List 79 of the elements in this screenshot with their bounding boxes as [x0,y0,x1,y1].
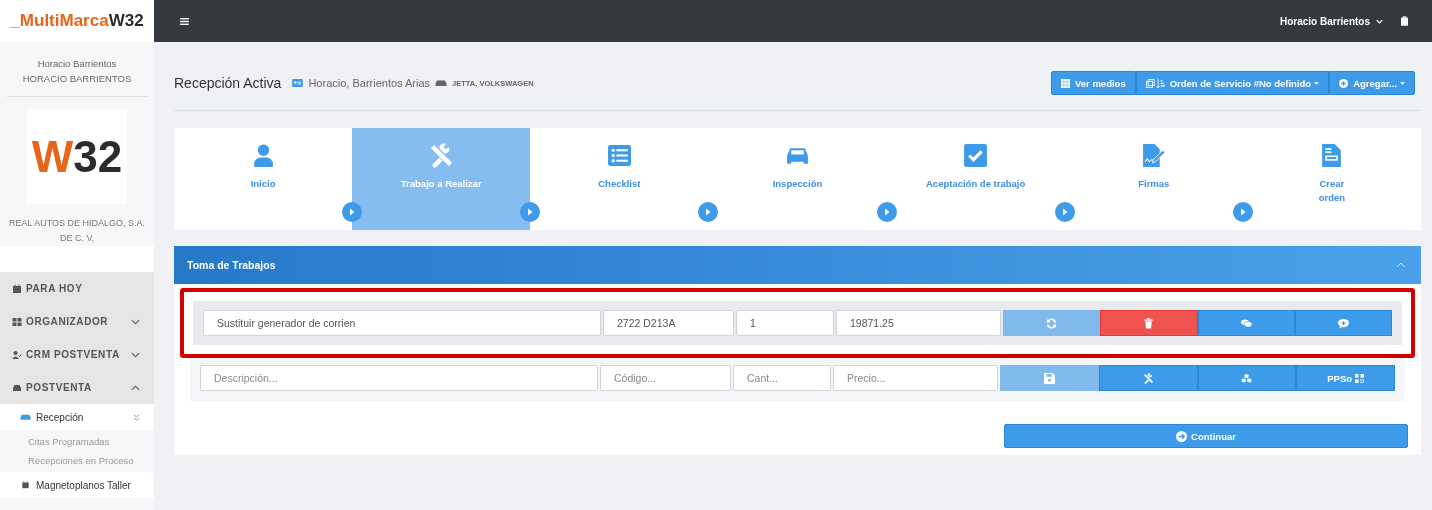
wizard-step[interactable]: Crear orden [1242,128,1421,230]
description-field[interactable]: Sustituir generador de corrien [203,310,601,336]
save-button[interactable] [1000,365,1099,391]
brand-logo[interactable]: _MultiMarcaW32 [0,0,154,42]
calendar-icon [20,481,31,489]
user-name: Horacio Barrientos [37,57,117,71]
comments-button[interactable] [1197,310,1295,336]
continue-button[interactable]: Continuar [1004,424,1408,448]
user-check-icon [12,349,22,360]
signature-icon [1141,143,1167,168]
tools-button[interactable] [1098,365,1198,391]
calendar-icon [12,283,22,294]
save-icon [1043,372,1055,384]
cubes-button[interactable] [1197,365,1297,391]
tools-icon [1142,372,1154,384]
play-circle-icon[interactable] [1054,202,1075,222]
price-field[interactable]: Precio... [833,365,998,391]
delete-button[interactable] [1100,310,1198,336]
play-circle-icon[interactable] [876,202,897,222]
submenu-link[interactable]: Citas Programadas [28,436,154,447]
id-card-icon [292,79,304,87]
clipboard-icon[interactable] [1401,16,1408,26]
menu-item[interactable]: Recepción [0,404,154,430]
menu-section[interactable]: PARA HOY [0,272,154,305]
checkbox-icon [963,143,989,168]
play-circle-icon[interactable] [698,202,719,222]
menu-section[interactable]: POSTVENTA [0,371,154,404]
comments-icon [1240,317,1252,329]
menu-item[interactable]: Magnetoplanos Taller [0,472,154,498]
car-icon [435,79,448,87]
play-circle-icon[interactable] [342,202,363,222]
plus-circle-icon [1339,78,1349,88]
company-name: REAL AUTOS DE HIDALGO, S.A. DE C. V. [7,217,146,245]
price-field[interactable]: 19871.25 [836,310,1001,336]
panel-title: Toma de Trabajos [187,259,277,271]
copy-sort-icon [1145,78,1165,88]
arrow-circle-icon [1176,430,1188,442]
page-title: Recepción Activa [174,75,282,91]
refresh-icon [1046,317,1058,329]
wizard-step[interactable]: Trabajo a Realizar [352,128,531,230]
add-comment-button[interactable] [1294,310,1392,336]
wizard-step[interactable]: Inicio [174,128,353,230]
toolbar-button[interactable]: Ver medios [1051,71,1136,95]
wizard-step[interactable]: Firmas [1064,128,1243,230]
trash-icon [1143,317,1155,329]
double-chevron-icon [133,413,140,421]
toolbar-button[interactable]: Orden de Servicio #No definido [1135,71,1330,95]
chevron-down-icon[interactable] [1376,18,1383,24]
wizard-step[interactable]: Checklist [530,128,709,230]
toolbar-button[interactable]: Agregar... [1329,71,1415,95]
list-icon [606,143,632,168]
car-icon [20,413,31,421]
menu-section[interactable]: CRM POSTVENTA [0,338,154,371]
customer-name: Horacio, Barrientos Arias [308,77,431,89]
chevron-up-icon[interactable] [1396,262,1406,268]
ppso-button[interactable]: PPSo [1296,365,1395,391]
tools-icon [428,143,454,168]
panel-header[interactable]: Toma de Trabajos [174,246,1421,284]
play-circle-icon[interactable] [520,202,541,222]
code-field[interactable]: 2722 D213A [603,310,734,336]
quantity-field[interactable]: 1 [736,310,834,336]
play-circle-icon[interactable] [1232,202,1253,222]
menu-section[interactable]: ORGANIZADOR [0,305,154,338]
user-menu[interactable]: Horacio Barrientos [1279,15,1370,27]
car-icon [12,382,22,393]
company-logo: W32 [27,109,127,204]
cubes-icon [1241,372,1253,384]
qr-icon [1355,373,1365,383]
description-field[interactable]: Descripción... [200,365,598,391]
grid-icon [12,316,22,327]
wizard-step[interactable]: Inspección [708,128,887,230]
quantity-field[interactable]: Cant... [733,365,831,391]
menu-icon[interactable] [180,17,189,25]
submenu-link[interactable]: Recepciones en Proceso [28,455,154,466]
wizard-step[interactable]: Aceptación de trabajo [886,128,1065,230]
grid-icon [1061,78,1070,88]
user-full-name: HORACIO BARRIENTOS [22,72,132,86]
comment-plus-icon [1337,317,1349,329]
code-field[interactable]: Código... [600,365,731,391]
